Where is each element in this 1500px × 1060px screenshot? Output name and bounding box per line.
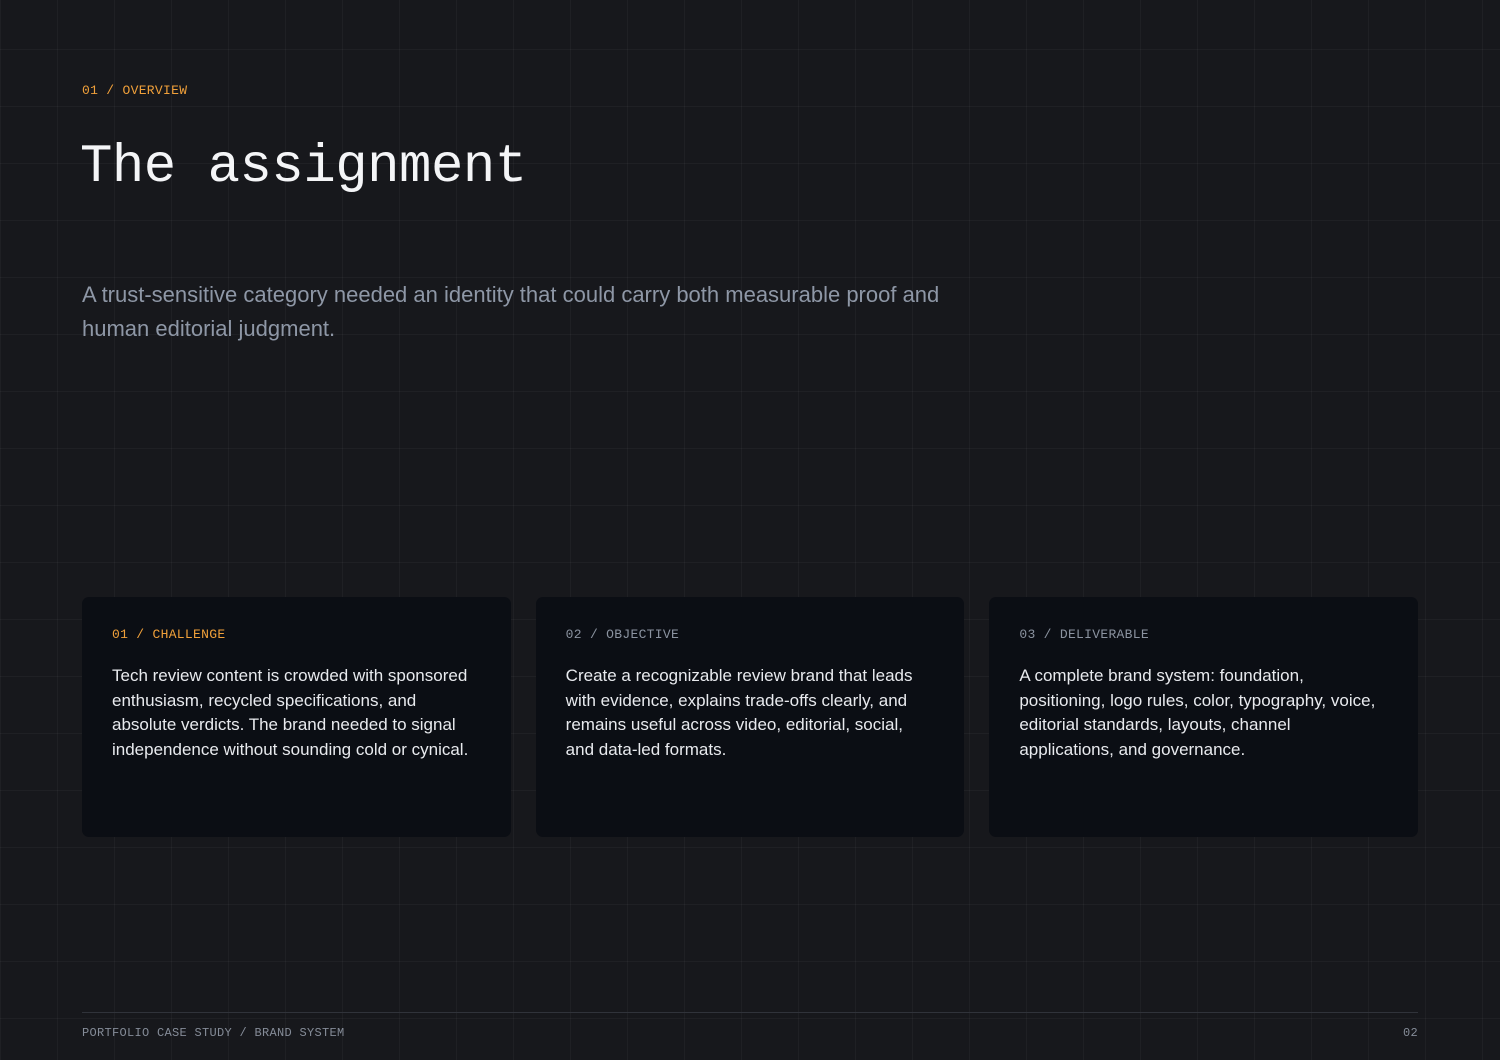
page-number: 02	[1402, 1026, 1418, 1040]
footer-caption: PORTFOLIO CASE STUDY / BRAND SYSTEM	[82, 1026, 345, 1040]
lede-paragraph: A trust-sensitive category needed an ide…	[82, 282, 940, 341]
page-footer: PORTFOLIO CASE STUDY / BRAND SYSTEM 02	[82, 1012, 1418, 1040]
page-title: The assignment	[80, 137, 527, 198]
section-eyebrow: 01 / OVERVIEW	[82, 83, 188, 98]
card-label-challenge: 01 / CHALLENGE	[112, 627, 226, 642]
card-label-deliverable: 03 / DELIVERABLE	[1019, 627, 1149, 642]
card-text-objective: Create a recognizable review brand that …	[565, 666, 913, 759]
card-row: 01 / CHALLENGE Tech review content is cr…	[82, 597, 1419, 837]
card-text-challenge: Tech review content is crowded with spon…	[112, 666, 469, 759]
objective-card: 02 / OBJECTIVE Create a recognizable rev…	[535, 597, 965, 837]
card-label-objective: 02 / OBJECTIVE	[565, 627, 680, 642]
challenge-card: 01 / CHALLENGE Tech review content is cr…	[82, 597, 511, 837]
card-text-deliverable: A complete brand system: foundation, pos…	[1019, 666, 1376, 759]
deliverable-card: 03 / DELIVERABLE A complete brand system…	[989, 597, 1419, 837]
